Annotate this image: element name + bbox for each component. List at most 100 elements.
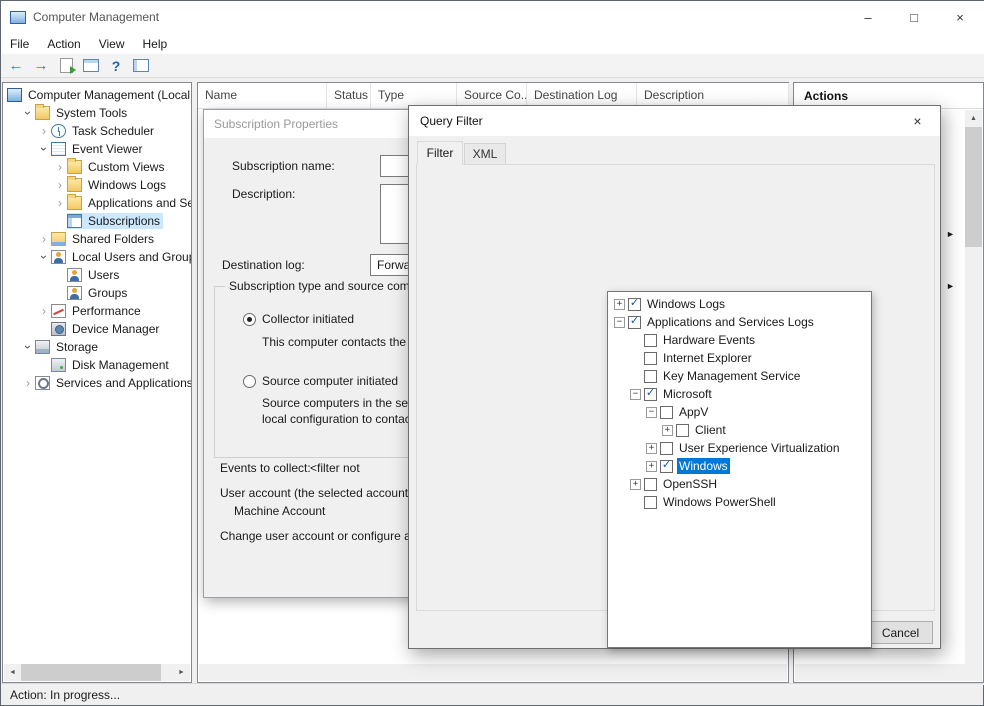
tree-item-groups[interactable]: Groups [3,284,191,302]
log-tree-item-windows-logs[interactable]: + ✓ Windows Logs [608,295,871,313]
menu-help[interactable]: Help [134,33,177,54]
checkbox[interactable]: ✓ [644,388,657,401]
log-tree-item-openssh[interactable]: + OpenSSH [608,475,871,493]
log-tree-label: Applications and Services Logs [645,314,816,330]
tree-item-event-viewer[interactable]: › Event Viewer [3,140,191,158]
tree-item-local-users-groups[interactable]: › Local Users and Groups [3,248,191,266]
log-tree-item-windows[interactable]: + ✓ Windows [608,457,871,475]
export-list-button[interactable] [55,56,77,76]
log-tree-item-appv[interactable]: − AppV [608,403,871,421]
tree-item-services-applications[interactable]: › Services and Applications [3,374,191,392]
menu-file[interactable]: File [1,33,38,54]
minimize-button[interactable]: – [845,1,891,33]
log-tree-label: Microsoft [661,386,714,402]
more-actions-flyout-icon[interactable]: ► [946,230,955,239]
collapse-button[interactable]: − [646,407,657,418]
tree-item-device-manager[interactable]: Device Manager [3,320,191,338]
chevron-right-icon[interactable]: › [37,305,51,317]
column-name[interactable]: Name [198,83,327,108]
tree-item-system-tools[interactable]: › System Tools [3,104,191,122]
chevron-down-icon[interactable]: › [38,250,50,264]
checkbox[interactable] [676,424,689,437]
checkbox[interactable]: ✓ [660,460,673,473]
expand-button[interactable]: + [662,425,673,436]
collector-initiated-radio[interactable]: Collector initiated [243,311,354,327]
source-initiated-radio[interactable]: Source computer initiated [243,373,398,389]
cancel-button[interactable]: Cancel [868,621,933,644]
checkbox[interactable]: ✓ [628,316,641,329]
menu-action[interactable]: Action [38,33,89,54]
log-tree-item-user-experience-virtualization[interactable]: + User Experience Virtualization [608,439,871,457]
tab-filter[interactable]: Filter [417,141,463,165]
log-tree-label: Key Management Service [661,368,802,384]
collapse-button[interactable]: − [630,389,641,400]
checkbox[interactable] [644,496,657,509]
scroll-right-button[interactable]: ► [173,664,190,681]
properties-button[interactable] [130,56,152,76]
scrollbar-thumb[interactable] [965,127,982,247]
tree-item-label: Windows Logs [85,177,169,193]
scrollbar-track[interactable] [161,664,173,681]
log-tree-item-client[interactable]: + Client [608,421,871,439]
chevron-right-icon[interactable]: › [53,197,67,209]
chevron-right-icon[interactable]: › [53,161,67,173]
tree-item-label: Computer Management (Local [25,87,191,103]
maximize-button[interactable]: □ [891,1,937,33]
checkbox[interactable]: ✓ [628,298,641,311]
tree-item-windows-logs[interactable]: › Windows Logs [3,176,191,194]
checkbox[interactable] [644,478,657,491]
more-actions-flyout-icon[interactable]: ► [946,282,955,291]
log-tree-item-applications-services-logs[interactable]: − ✓ Applications and Services Logs [608,313,871,331]
checkbox[interactable] [644,334,657,347]
tree-item-shared-folders[interactable]: › Shared Folders [3,230,191,248]
check-icon: ✓ [646,388,655,399]
tree-item-users[interactable]: Users [3,266,191,284]
list-horizontal-scrollbar[interactable] [199,664,787,681]
checkbox[interactable] [660,406,673,419]
log-tree-item-microsoft[interactable]: − ✓ Microsoft [608,385,871,403]
menu-view[interactable]: View [90,33,134,54]
tab-xml[interactable]: XML [464,143,506,165]
tree-item-disk-management[interactable]: Disk Management [3,356,191,374]
log-tree-item-windows-powershell[interactable]: Windows PowerShell [608,493,871,511]
chevron-right-icon[interactable]: › [37,125,51,137]
actions-scrollbar[interactable]: ▲ [965,110,982,664]
back-button[interactable]: ← [5,56,27,76]
scrollbar-thumb[interactable] [21,664,161,681]
expand-button[interactable]: + [630,479,641,490]
chevron-right-icon[interactable]: › [21,377,35,389]
column-status[interactable]: Status [327,83,371,108]
tree-item-subscriptions[interactable]: Subscriptions [3,212,191,230]
chevron-down-icon[interactable]: › [22,340,34,354]
tree-item-computer-management[interactable]: Computer Management (Local [3,86,191,104]
checkbox[interactable] [644,352,657,365]
forward-button[interactable]: → [30,56,52,76]
log-tree-item-key-management-service[interactable]: Key Management Service [608,367,871,385]
scroll-left-button[interactable]: ◄ [4,664,21,681]
tree-item-storage[interactable]: › Storage [3,338,191,356]
expand-button[interactable]: + [614,299,625,310]
chevron-right-icon[interactable]: › [53,179,67,191]
expand-button[interactable]: + [646,443,657,454]
chevron-down-icon[interactable]: › [22,106,34,120]
help-button[interactable]: ? [105,56,127,76]
actions-horizontal-scrollbar[interactable] [795,664,982,681]
dialog-close-button[interactable]: × [895,106,940,136]
tree-item-label: Local Users and Groups [69,249,191,265]
chevron-down-icon[interactable]: › [38,142,50,156]
scroll-up-button[interactable]: ▲ [965,110,982,127]
show-console-tree-button[interactable] [80,56,102,76]
expand-button[interactable]: + [646,461,657,472]
tree-item-task-scheduler[interactable]: › Task Scheduler [3,122,191,140]
log-tree-item-internet-explorer[interactable]: Internet Explorer [608,349,871,367]
log-tree-item-hardware-events[interactable]: Hardware Events [608,331,871,349]
tree-item-applications-logs[interactable]: › Applications and Se [3,194,191,212]
tree-horizontal-scrollbar[interactable]: ◄ ► [4,664,190,681]
checkbox[interactable] [660,442,673,455]
close-button[interactable]: × [937,1,983,33]
collapse-button[interactable]: − [614,317,625,328]
tree-item-performance[interactable]: › Performance [3,302,191,320]
tree-item-custom-views[interactable]: › Custom Views [3,158,191,176]
chevron-right-icon[interactable]: › [37,233,51,245]
checkbox[interactable] [644,370,657,383]
